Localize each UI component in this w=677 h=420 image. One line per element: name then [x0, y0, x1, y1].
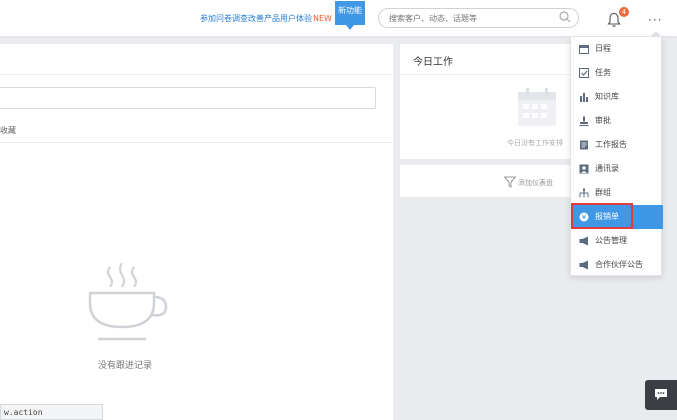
top-bar: 参加问卷调查改善产品用户体验NEW ! 新功能 4 ···	[0, 0, 677, 37]
bar-chart-icon	[580, 93, 588, 102]
tab-divider	[0, 142, 393, 143]
survey-promo-text: 参加问卷调查改善产品用户体验	[200, 14, 312, 23]
megaphone-icon	[579, 236, 588, 246]
coffee-cup-icon	[88, 263, 168, 341]
notification-badge: 4	[619, 7, 629, 17]
search-icon[interactable]	[559, 11, 571, 23]
add-dashboard-card[interactable]: 添加仪表盘	[400, 165, 570, 197]
menu-item-approval[interactable]: 审批	[571, 109, 663, 133]
menu-item-schedule[interactable]: 日程	[571, 37, 663, 61]
more-menu-button[interactable]: ···	[648, 13, 662, 27]
browser-status-bar: w.action	[0, 404, 103, 420]
add-dashboard-label: 添加仪表盘	[518, 179, 553, 187]
menu-item-label: 合作伙伴公告	[595, 260, 643, 269]
chat-button[interactable]	[645, 380, 677, 410]
follow-up-panel: 收藏 没有跟进记录	[0, 44, 393, 420]
today-work-empty-text: 今日没有工作安排	[507, 139, 563, 147]
survey-promo-link[interactable]: 参加问卷调查改善产品用户体验NEW !	[200, 13, 338, 24]
menu-item-label: 群组	[595, 188, 611, 197]
contacts-icon	[579, 164, 589, 174]
menu-item-announcement-management[interactable]: 公告管理	[571, 229, 663, 253]
menu-item-groups[interactable]: 群组	[571, 181, 663, 205]
search-input[interactable]	[389, 11, 549, 25]
menu-item-label: 公告管理	[595, 236, 627, 245]
task-icon	[579, 68, 589, 78]
today-work-title: 今日工作	[413, 57, 453, 68]
menu-item-work-report[interactable]: 工作报告	[571, 133, 663, 157]
card-divider	[400, 74, 570, 75]
expense-claim-highlight-box	[571, 203, 633, 229]
global-search[interactable]	[378, 8, 579, 28]
menu-item-label: 知识库	[595, 92, 619, 101]
calendar-placeholder-icon	[518, 88, 556, 126]
group-icon	[579, 188, 589, 198]
tab-favorites[interactable]: 收藏	[0, 125, 16, 136]
new-feature-button[interactable]: 新功能	[335, 1, 365, 30]
megaphone-icon	[579, 260, 588, 270]
menu-item-contacts[interactable]: 通讯录	[571, 157, 663, 181]
calendar-icon	[579, 45, 589, 54]
menu-item-label: 工作报告	[595, 140, 627, 149]
panel-header	[0, 44, 393, 75]
menu-item-label: 日程	[595, 44, 611, 53]
menu-item-partner-announcement[interactable]: 合作伙伴公告	[571, 253, 663, 277]
promo-new-badge: NEW !	[313, 14, 338, 23]
stamp-icon	[579, 116, 589, 126]
menu-item-label: 审批	[595, 116, 611, 125]
follow-up-input[interactable]	[0, 87, 376, 109]
menu-item-label: 任务	[595, 68, 611, 77]
chat-bubble-icon	[655, 389, 667, 400]
report-icon	[580, 140, 588, 150]
menu-item-tasks[interactable]: 任务	[571, 61, 663, 85]
menu-item-label: 通讯录	[595, 164, 619, 173]
empty-follow-up-text: 没有跟进记录	[98, 361, 153, 371]
more-apps-dropdown: 日程 任务 知识库 审批 工作报告 通讯录 群组 ¥ 报销单 公告管理 合作伙伴…	[570, 36, 663, 277]
today-work-card: 今日工作 今日没有工作安排	[400, 44, 570, 159]
menu-item-knowledge-base[interactable]: 知识库	[571, 85, 663, 109]
funnel-add-icon	[504, 176, 516, 188]
